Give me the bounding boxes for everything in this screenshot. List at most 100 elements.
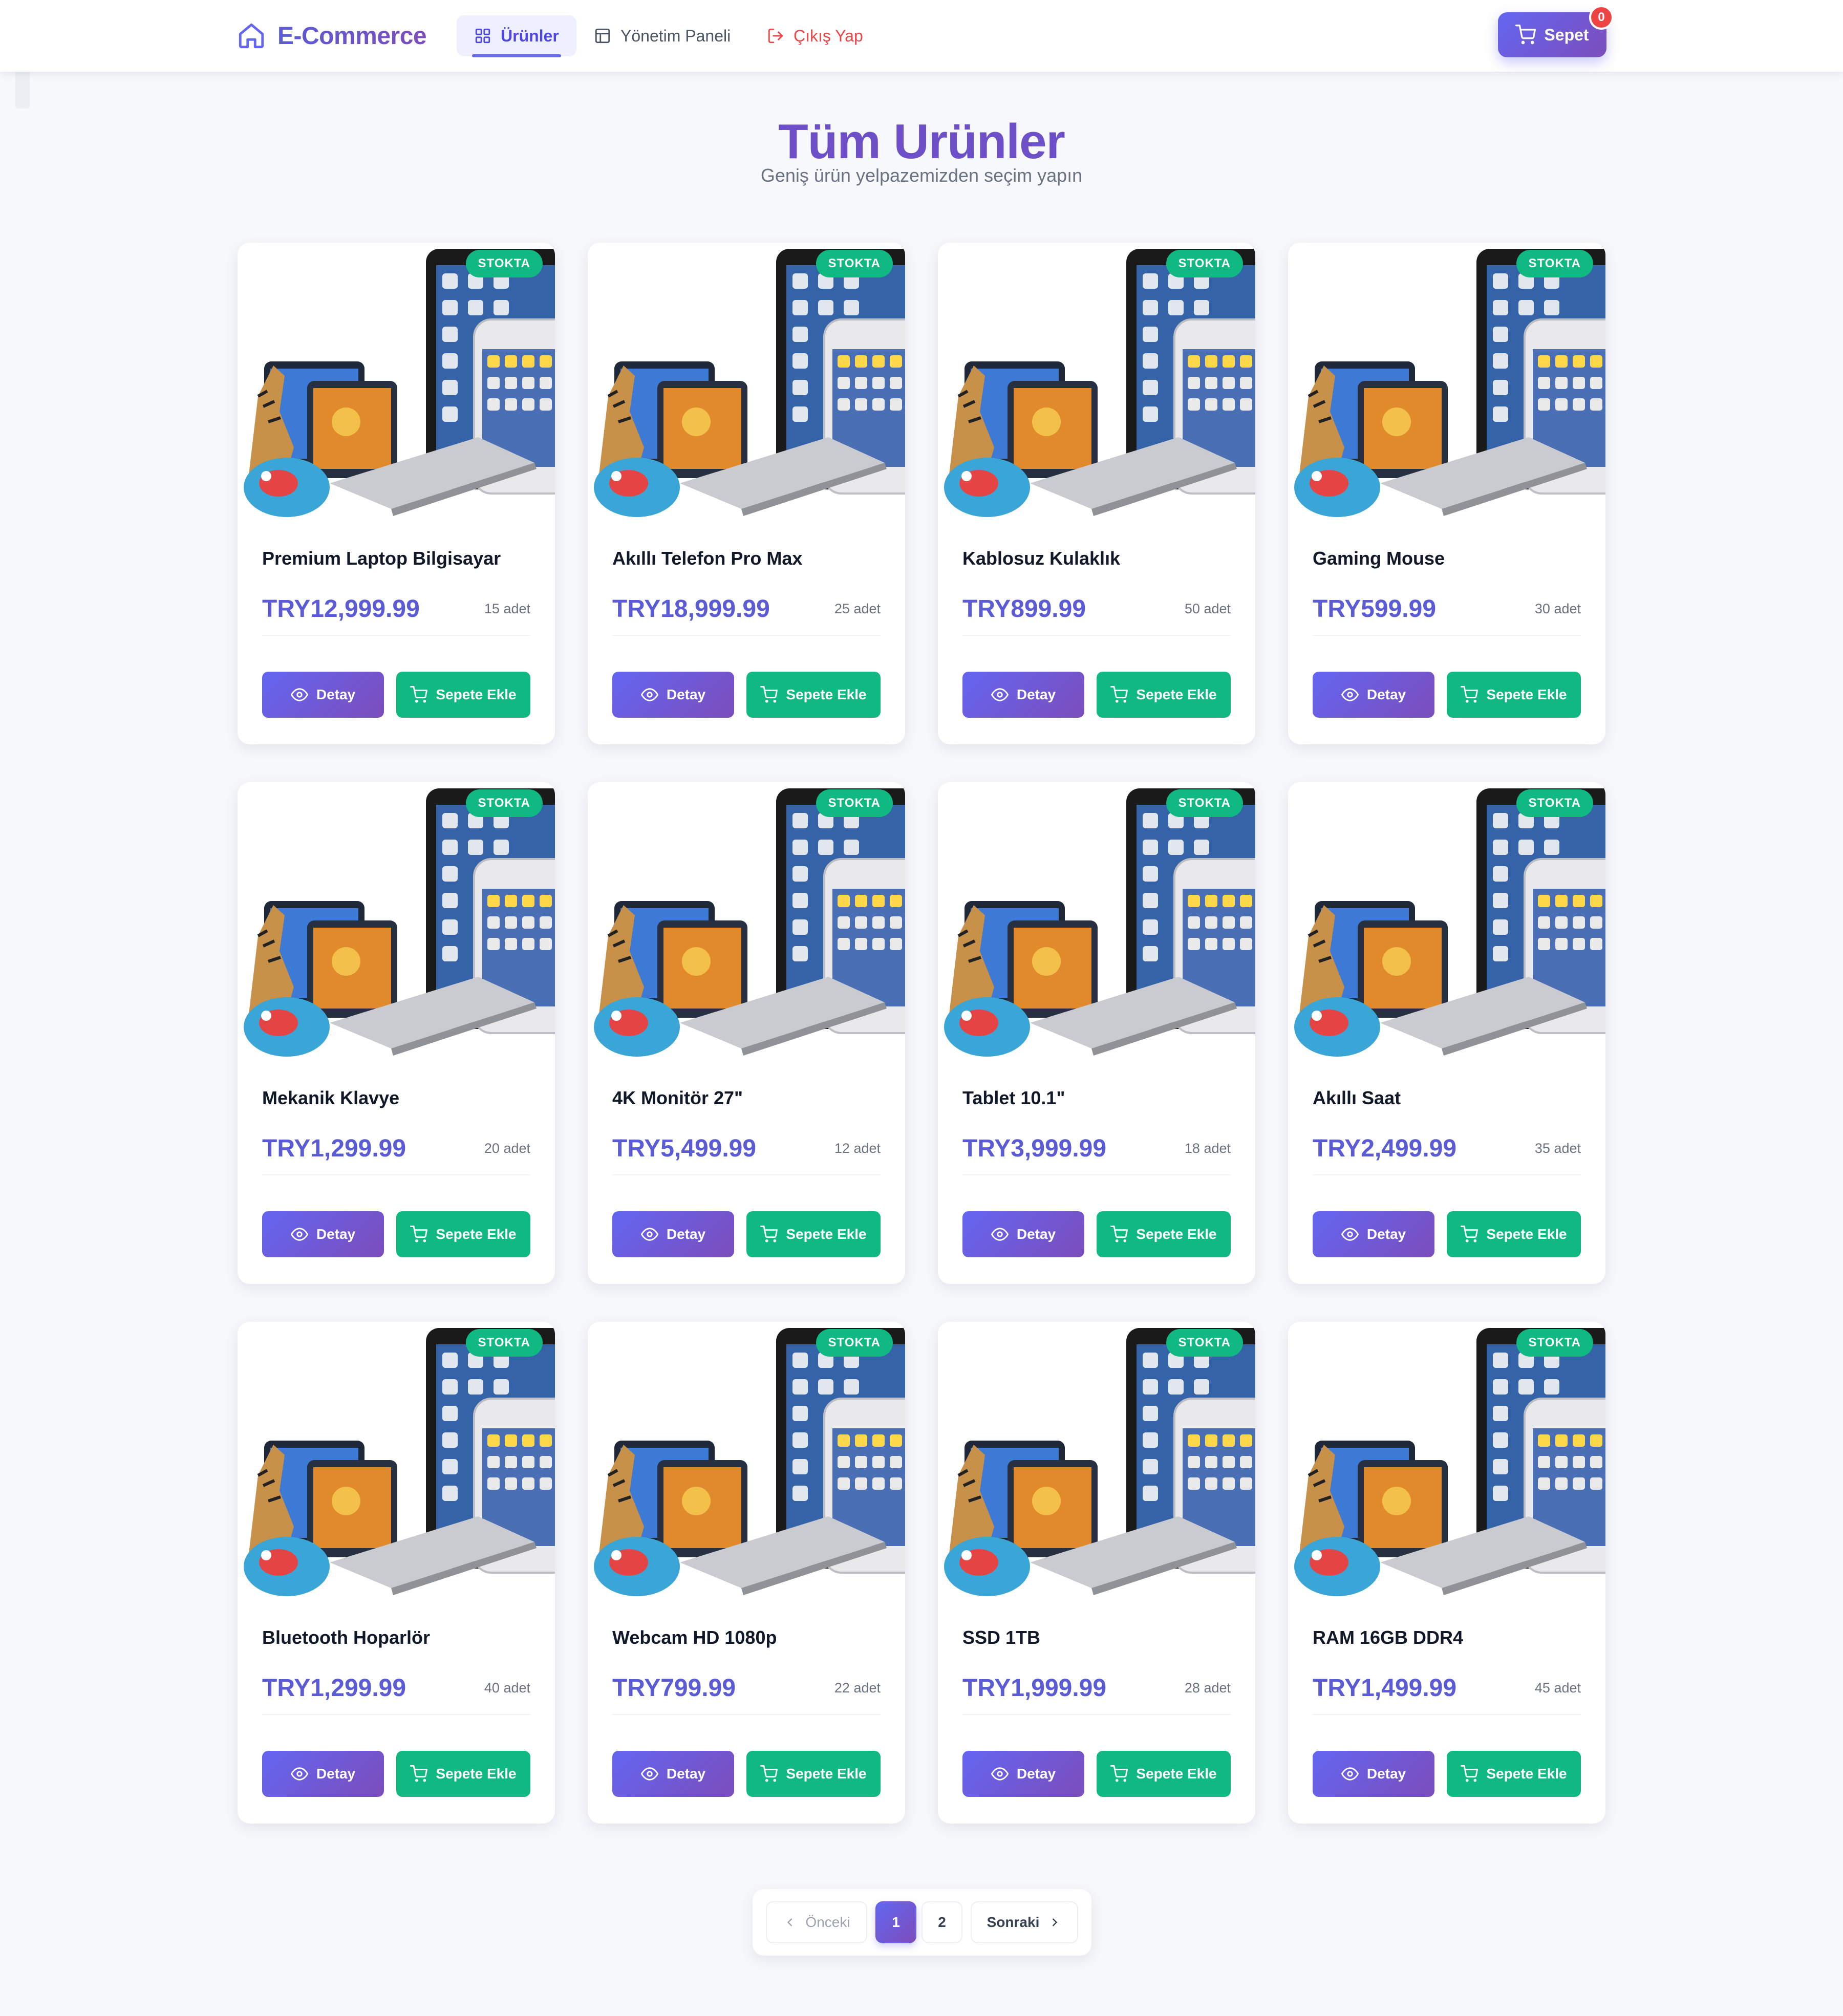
product-image-art [938,243,1255,522]
eye-icon [290,1767,308,1781]
cart-icon [410,1226,428,1242]
eye-icon [640,1228,658,1241]
cart-icon [410,1765,428,1782]
add-to-cart-label: Sepete Ekle [1486,1226,1567,1242]
nav-logout[interactable]: Çıkış Yap [749,15,881,56]
page-2-button[interactable]: 2 [922,1901,962,1943]
product-image-art [1288,243,1605,522]
stock-badge: STOKTA [465,789,543,817]
add-to-cart-button[interactable]: Sepete Ekle [1447,1211,1581,1257]
product-image[interactable]: STOKTA [938,1322,1255,1601]
add-to-cart-button[interactable]: Sepete Ekle [746,1751,881,1797]
add-to-cart-button[interactable]: Sepete Ekle [396,672,530,718]
prev-page-label: Önceki [805,1914,850,1930]
add-to-cart-button[interactable]: Sepete Ekle [1097,1751,1231,1797]
product-image[interactable]: STOKTA [588,243,905,522]
product-image[interactable]: STOKTA [238,782,555,1062]
cart-icon [1110,686,1128,703]
detail-button-label: Detay [1016,687,1056,702]
add-to-cart-label: Sepete Ekle [1136,1226,1217,1242]
detail-button[interactable]: Detay [612,672,734,718]
product-price: TRY1,999.99 [962,1675,1107,1702]
navbar: E-Commerce Ürünler Yönetim Paneli Çıkış … [0,0,1843,72]
prev-page-button[interactable]: Önceki [766,1901,867,1943]
add-to-cart-button[interactable]: Sepete Ekle [1447,672,1581,718]
product-card: STOKTA Akıllı Telefon Pro Max TRY18,999.… [588,243,905,744]
detail-button[interactable]: Detay [262,1751,384,1797]
add-to-cart-button[interactable]: Sepete Ekle [746,672,881,718]
product-stock-qty: 28 adet [1184,1680,1231,1696]
detail-button[interactable]: Detay [1313,672,1434,718]
cart-icon [760,1765,778,1782]
detail-button[interactable]: Detay [962,1211,1084,1257]
detail-button[interactable]: Detay [962,1751,1084,1797]
product-name: Bluetooth Hoparlör [262,1627,430,1648]
detail-button-label: Detay [1366,1766,1406,1782]
product-image[interactable]: STOKTA [1288,782,1605,1062]
product-name: SSD 1TB [962,1627,1041,1648]
product-image[interactable]: STOKTA [1288,1322,1605,1601]
product-stock-qty: 12 adet [834,1141,881,1156]
add-to-cart-button[interactable]: Sepete Ekle [396,1211,530,1257]
product-name: RAM 16GB DDR4 [1313,1627,1464,1648]
add-to-cart-button[interactable]: Sepete Ekle [1097,1211,1231,1257]
product-image[interactable]: STOKTA [588,1322,905,1601]
detail-button[interactable]: Detay [962,672,1084,718]
product-stock-qty: 30 adet [1534,601,1581,616]
product-image-art [938,782,1255,1062]
add-to-cart-button[interactable]: Sepete Ekle [1447,1751,1581,1797]
detail-button[interactable]: Detay [1313,1211,1434,1257]
detail-button-label: Detay [666,687,706,702]
grid-icon [475,28,490,44]
cart-icon [760,686,778,703]
eye-icon [290,1228,308,1241]
product-image-art [938,1322,1255,1601]
detail-button-label: Detay [1016,1226,1056,1242]
product-image[interactable]: STOKTA [238,243,555,522]
detail-button[interactable]: Detay [1313,1751,1434,1797]
product-price: TRY2,499.99 [1313,1135,1457,1162]
eye-icon [290,688,308,701]
detail-button[interactable]: Detay [612,1211,734,1257]
product-image-art [238,243,555,522]
add-to-cart-label: Sepete Ekle [786,1766,867,1782]
detail-button[interactable]: Detay [262,1211,384,1257]
product-image[interactable]: STOKTA [1288,243,1605,522]
nav-products[interactable]: Ürünler [457,15,576,57]
product-image[interactable]: STOKTA [938,243,1255,522]
add-to-cart-button[interactable]: Sepete Ekle [396,1751,530,1797]
product-image-art [588,1322,905,1601]
next-page-button[interactable]: Sonraki [971,1901,1078,1943]
product-name: Webcam HD 1080p [612,1627,777,1648]
add-to-cart-label: Sepete Ekle [786,1226,867,1242]
product-image-art [238,782,555,1062]
product-image[interactable]: STOKTA [588,782,905,1062]
product-stock-qty: 45 adet [1534,1680,1581,1696]
brand-link[interactable]: E-Commerce [237,17,427,54]
cart-count-badge: 0 [1589,5,1614,30]
product-price: TRY3,999.99 [962,1135,1107,1162]
cart-icon [1461,1226,1478,1242]
chevron-left-icon [787,1918,792,1926]
detail-button[interactable]: Detay [612,1751,734,1797]
add-to-cart-button[interactable]: Sepete Ekle [1097,672,1231,718]
eye-icon [1341,688,1359,701]
detail-button[interactable]: Detay [262,672,384,718]
cart-icon [1515,25,1536,45]
add-to-cart-button[interactable]: Sepete Ekle [746,1211,881,1257]
product-image[interactable]: STOKTA [938,782,1255,1062]
price-row: TRY1,999.99 28 adet [962,1674,1231,1715]
cart-icon [1461,1765,1478,1782]
price-row: TRY5,499.99 12 adet [612,1134,881,1175]
cart-label: Sepet [1544,25,1589,44]
product-stock-qty: 22 adet [834,1680,881,1696]
page-1-button[interactable]: 1 [875,1901,916,1943]
stock-badge: STOKTA [816,250,893,277]
product-price: TRY1,299.99 [262,1675,406,1702]
product-image[interactable]: STOKTA [238,1322,555,1601]
pagination: Önceki 1 2 Sonraki [753,1889,1091,1956]
layout-icon [595,28,610,44]
stock-badge: STOKTA [1166,1329,1243,1357]
nav-admin-panel[interactable]: Yönetim Paneli [576,15,748,56]
eye-icon [991,688,1009,701]
